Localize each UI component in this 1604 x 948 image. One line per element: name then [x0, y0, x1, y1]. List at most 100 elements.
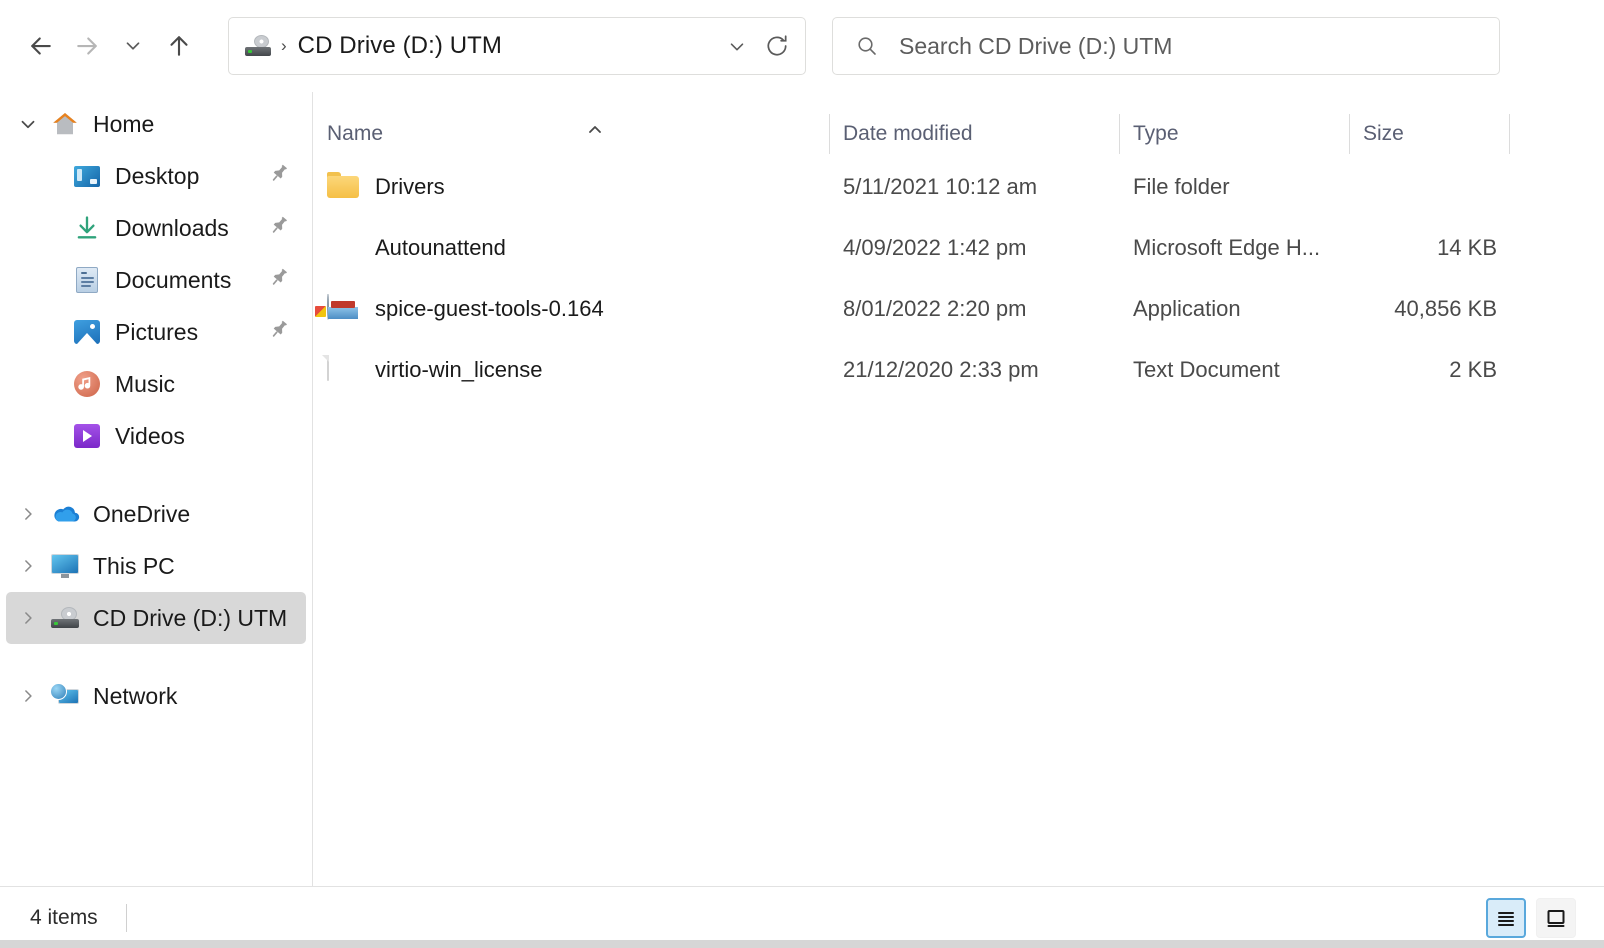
large-icons-view-button[interactable]: [1536, 898, 1576, 938]
file-date-cell: 8/01/2022 2:20 pm: [829, 296, 1119, 322]
edge-icon: [327, 233, 361, 263]
recent-locations-button[interactable]: [110, 23, 156, 69]
expand-chevron-right-icon[interactable]: [6, 670, 50, 722]
file-size-cell: 14 KB: [1349, 235, 1509, 261]
search-box[interactable]: Search CD Drive (D:) UTM: [832, 17, 1500, 75]
status-bar: 4 items: [0, 886, 1604, 948]
sidebar-item-label: Home: [93, 111, 154, 138]
sidebar-item-cd-drive[interactable]: CD Drive (D:) UTM: [6, 592, 306, 644]
sidebar-item-label: Pictures: [115, 319, 198, 346]
file-name-cell: virtio-win_license: [313, 355, 829, 385]
sidebar-item-videos[interactable]: Videos: [6, 410, 306, 462]
documents-icon: [72, 265, 102, 295]
application-icon: [327, 294, 361, 324]
onedrive-icon: [50, 499, 80, 529]
sidebar-item-label: Videos: [115, 423, 185, 450]
file-explorer-window: › CD Drive (D:) UTM Search CD Drive (D:)…: [0, 0, 1604, 948]
item-count-label: 4 items: [30, 906, 98, 930]
table-row[interactable]: Autounattend 4/09/2022 1:42 pm Microsoft…: [313, 217, 1604, 278]
folder-icon: [327, 172, 361, 202]
sidebar-item-desktop[interactable]: Desktop: [6, 150, 306, 202]
file-date-cell: 21/12/2020 2:33 pm: [829, 357, 1119, 383]
address-dropdown-button[interactable]: [717, 24, 757, 68]
file-list-pane: Name Date modified Type Size: [313, 92, 1604, 886]
file-type-cell: Microsoft Edge H...: [1119, 235, 1349, 261]
file-name: virtio-win_license: [375, 357, 543, 383]
navigation-pane: Home Desktop: [0, 92, 313, 886]
sidebar-item-label: Desktop: [115, 163, 199, 190]
sidebar-item-pictures[interactable]: Pictures: [6, 306, 306, 358]
sidebar-item-downloads[interactable]: Downloads: [6, 202, 306, 254]
this-pc-icon: [50, 551, 80, 581]
navigation-toolbar: › CD Drive (D:) UTM Search CD Drive (D:)…: [0, 0, 1604, 92]
table-row[interactable]: virtio-win_license 21/12/2020 2:33 pm Te…: [313, 339, 1604, 400]
breadcrumb-chevron-icon: ›: [281, 36, 287, 56]
back-button[interactable]: [18, 23, 64, 69]
file-name: Drivers: [375, 174, 445, 200]
expand-chevron-right-icon[interactable]: [6, 592, 50, 644]
sidebar-item-label: Downloads: [115, 215, 229, 242]
cd-drive-icon: [245, 35, 271, 57]
details-view-button[interactable]: [1486, 898, 1526, 938]
address-bar[interactable]: › CD Drive (D:) UTM: [228, 17, 806, 75]
expand-chevron-right-icon[interactable]: [6, 488, 50, 540]
column-header-row: Name Date modified Type Size: [313, 92, 1604, 156]
expand-chevron-right-icon[interactable]: [6, 540, 50, 592]
column-header-size[interactable]: Size: [1349, 112, 1509, 156]
videos-icon: [72, 421, 102, 451]
sidebar-item-label: This PC: [93, 553, 175, 580]
file-date-cell: 4/09/2022 1:42 pm: [829, 235, 1119, 261]
pin-icon[interactable]: [268, 163, 290, 190]
sidebar-item-label: OneDrive: [93, 501, 190, 528]
view-toggle-group: [1486, 898, 1576, 938]
breadcrumb-current-path[interactable]: CD Drive (D:) UTM: [298, 32, 502, 60]
table-row[interactable]: Drivers 5/11/2021 10:12 am File folder: [313, 156, 1604, 217]
file-name-cell: Drivers: [313, 172, 829, 202]
sidebar-item-this-pc[interactable]: This PC: [6, 540, 306, 592]
column-header-type[interactable]: Type: [1119, 112, 1349, 156]
download-icon: [72, 213, 102, 243]
sidebar-item-label: CD Drive (D:) UTM: [93, 605, 287, 632]
sort-ascending-icon: [585, 118, 605, 142]
pin-icon[interactable]: [268, 319, 290, 346]
file-size-cell: 2 KB: [1349, 357, 1509, 383]
sidebar-item-label: Documents: [115, 267, 231, 294]
table-row[interactable]: spice-guest-tools-0.164 8/01/2022 2:20 p…: [313, 278, 1604, 339]
search-icon: [855, 34, 879, 58]
search-input-placeholder[interactable]: Search CD Drive (D:) UTM: [899, 33, 1172, 60]
file-name: spice-guest-tools-0.164: [375, 296, 604, 322]
sidebar-item-label: Network: [93, 683, 177, 710]
file-type-cell: Text Document: [1119, 357, 1349, 383]
home-icon: [50, 109, 80, 139]
file-date-cell: 5/11/2021 10:12 am: [829, 174, 1119, 200]
forward-button[interactable]: [64, 23, 110, 69]
pictures-icon: [72, 317, 102, 347]
sidebar-item-onedrive[interactable]: OneDrive: [6, 488, 306, 540]
cd-drive-icon: [50, 603, 80, 633]
window-bottom-edge: [0, 940, 1604, 948]
column-header-date-modified[interactable]: Date modified: [829, 112, 1119, 156]
text-document-icon: [327, 355, 361, 385]
status-divider: [126, 904, 127, 932]
sidebar-item-label: Music: [115, 371, 175, 398]
sidebar-item-network[interactable]: Network: [6, 670, 306, 722]
up-button[interactable]: [156, 23, 202, 69]
file-name: Autounattend: [375, 235, 506, 261]
file-type-cell: Application: [1119, 296, 1349, 322]
sidebar-item-home[interactable]: Home: [6, 98, 306, 150]
file-type-cell: File folder: [1119, 174, 1349, 200]
file-name-cell: spice-guest-tools-0.164: [313, 294, 829, 324]
desktop-icon: [72, 161, 102, 191]
sidebar-item-music[interactable]: Music: [6, 358, 306, 410]
pin-icon[interactable]: [268, 215, 290, 242]
file-name-cell: Autounattend: [313, 233, 829, 263]
expand-chevron-down-icon[interactable]: [6, 98, 50, 150]
explorer-body: Home Desktop: [0, 92, 1604, 886]
music-icon: [72, 369, 102, 399]
column-header-end-divider: [1509, 112, 1523, 156]
column-header-name[interactable]: Name: [313, 112, 829, 156]
pin-icon[interactable]: [268, 267, 290, 294]
file-size-cell: 40,856 KB: [1349, 296, 1509, 322]
refresh-button[interactable]: [757, 24, 797, 68]
sidebar-item-documents[interactable]: Documents: [6, 254, 306, 306]
